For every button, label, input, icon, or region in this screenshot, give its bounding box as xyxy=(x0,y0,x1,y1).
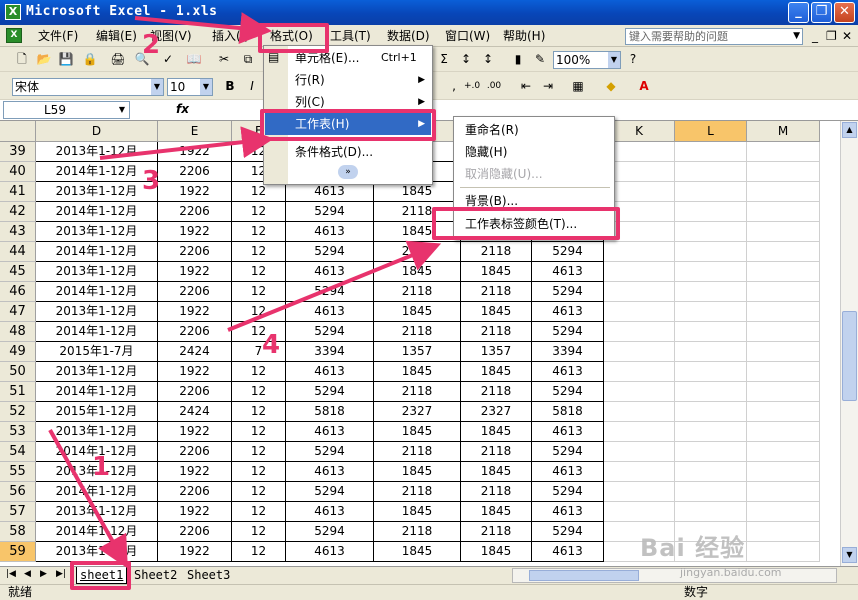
arrow-to-worksheet-item xyxy=(99,126,274,160)
step-number-2: 2 xyxy=(142,30,161,60)
step-number-3: 3 xyxy=(142,166,161,196)
step-number-1: 1 xyxy=(92,452,111,482)
highlight-worksheet-item xyxy=(260,109,436,141)
arrow-to-format-menu xyxy=(134,12,272,45)
baidu-watermark-url: jingyan.baidu.com xyxy=(680,566,782,579)
highlight-sheet1-tab xyxy=(70,561,131,590)
arrow-to-tab-color-item xyxy=(227,240,442,332)
baidu-watermark: Bai 经验 xyxy=(640,534,746,562)
highlight-format-menu xyxy=(258,23,329,53)
step-number-4: 4 xyxy=(262,330,281,360)
arrow-to-sheet1-tab xyxy=(48,429,128,569)
highlight-tab-color-item xyxy=(432,207,620,240)
excel-window: { "window": {"title": "Microsoft Excel -… xyxy=(0,0,858,600)
annotation-overlay xyxy=(48,12,442,569)
